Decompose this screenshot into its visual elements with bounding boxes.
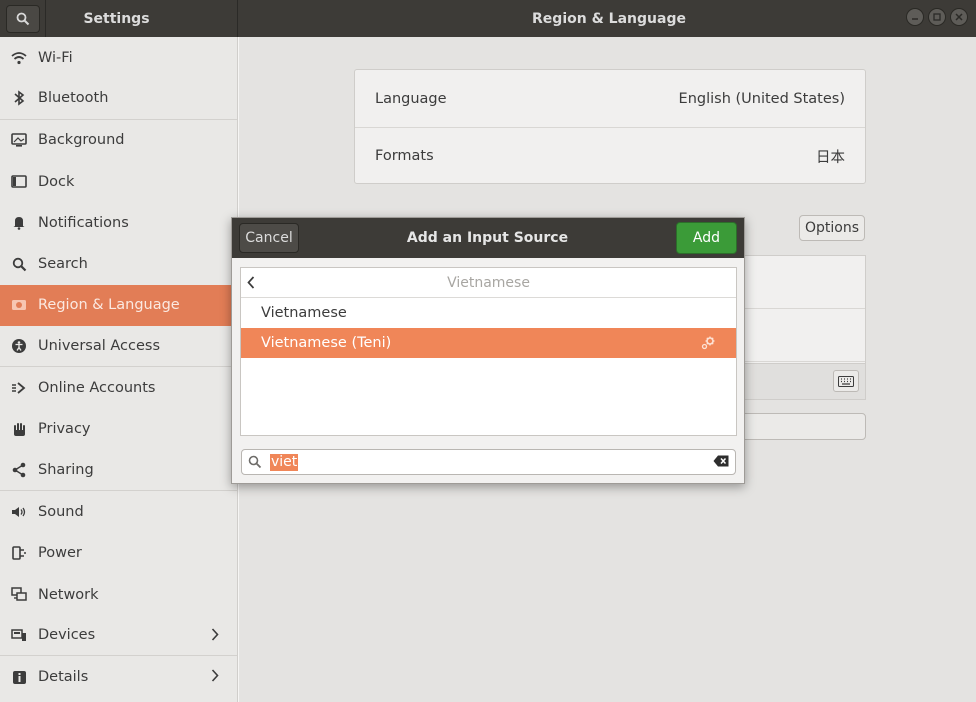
add-input-source-dialog: Cancel Add an Input Source Add Vietnames… — [231, 217, 745, 484]
formats-label: Formats — [375, 148, 434, 164]
sidebar-item-bluetooth[interactable]: Bluetooth — [0, 78, 237, 120]
region-icon — [10, 296, 28, 314]
sidebar-item-label: Bluetooth — [38, 90, 109, 107]
minimize-button[interactable] — [906, 8, 924, 26]
sidebar-item-label: Notifications — [38, 214, 129, 231]
sidebar-item-details[interactable]: Details — [0, 656, 237, 697]
list-item-label: Vietnamese (Teni) — [261, 335, 392, 351]
sidebar-item-label: Online Accounts — [38, 380, 156, 397]
minimize-icon — [912, 18, 918, 20]
formats-value: 日本 — [816, 149, 845, 166]
list-item[interactable]: Vietnamese — [241, 298, 736, 328]
clear-search-icon[interactable] — [713, 455, 729, 471]
search-icon — [248, 454, 264, 470]
info-icon — [10, 668, 28, 686]
sidebar-item-label: Sharing — [38, 462, 94, 479]
search-toggle-button[interactable] — [5, 4, 40, 33]
sidebar-item-label: Privacy — [38, 421, 91, 438]
language-formats-card: Language English (United States) Formats… — [354, 69, 866, 184]
chevron-right-icon — [211, 669, 219, 686]
share-icon — [10, 461, 28, 479]
language-value: English (United States) — [678, 90, 845, 107]
sidebar-item-sound[interactable]: Sound — [0, 491, 237, 532]
network-icon — [10, 586, 28, 604]
input-source-list: Vietnamese Vietnamese Vietnamese (Teni) — [240, 267, 737, 436]
sidebar-item-notifications[interactable]: Notifications — [0, 202, 237, 243]
close-icon — [955, 13, 963, 21]
sidebar-item-universal-access[interactable]: Universal Access — [0, 326, 237, 368]
options-button[interactable]: Options — [799, 215, 865, 241]
sidebar-item-label: Dock — [38, 173, 75, 190]
online-accounts-icon — [10, 379, 28, 397]
wifi-icon — [10, 49, 28, 67]
settings-title: Settings — [46, 0, 238, 37]
list-header[interactable]: Vietnamese — [241, 268, 736, 298]
sidebar-item-background[interactable]: Background — [0, 120, 237, 161]
sidebar-item-label: Power — [38, 545, 82, 562]
search-icon — [10, 255, 28, 273]
sidebar-item-privacy[interactable]: Privacy — [0, 409, 237, 450]
maximize-button[interactable] — [928, 8, 946, 26]
sidebar-item-label: Universal Access — [38, 338, 161, 355]
dialog-header: Cancel Add an Input Source Add — [232, 218, 744, 258]
power-plug-icon — [10, 544, 28, 562]
header-search-area — [0, 0, 46, 37]
speaker-icon — [10, 503, 28, 521]
search-icon — [16, 12, 29, 25]
sidebar: Wi-Fi Bluetooth Background Dock Notifica… — [0, 37, 238, 702]
cancel-button[interactable]: Cancel — [239, 223, 299, 253]
dialog-title: Add an Input Source — [406, 230, 569, 246]
gear-icon — [700, 335, 716, 355]
sidebar-item-search[interactable]: Search — [0, 243, 237, 284]
sidebar-item-network[interactable]: Network — [0, 574, 237, 615]
sidebar-item-label: Details — [38, 669, 89, 686]
maximize-icon — [933, 13, 941, 21]
devices-icon — [10, 626, 28, 644]
keyboard-icon — [838, 375, 854, 387]
close-button[interactable] — [950, 8, 968, 26]
sidebar-item-label: Background — [38, 132, 125, 149]
sidebar-item-wifi[interactable]: Wi-Fi — [0, 37, 237, 78]
language-row[interactable]: Language English (United States) — [355, 70, 865, 127]
keyboard-layout-button[interactable] — [833, 370, 859, 392]
sidebar-item-dock[interactable]: Dock — [0, 161, 237, 202]
dock-icon — [10, 173, 28, 191]
search-input-value[interactable]: viet — [270, 453, 299, 471]
header-bar: Settings Region & Language — [0, 0, 976, 37]
formats-row[interactable]: Formats 日本 — [355, 127, 865, 184]
back-arrow-icon[interactable] — [247, 276, 255, 293]
sidebar-item-label: Search — [38, 256, 88, 273]
hand-icon — [10, 420, 28, 438]
sidebar-item-devices[interactable]: Devices — [0, 615, 237, 657]
bluetooth-icon — [10, 89, 28, 107]
search-entry[interactable]: viet — [241, 449, 736, 475]
window-controls — [906, 8, 968, 26]
add-button[interactable]: Add — [675, 222, 737, 254]
accessibility-icon — [10, 337, 28, 355]
sidebar-item-label: Sound — [38, 503, 84, 520]
sidebar-item-power[interactable]: Power — [0, 533, 237, 574]
language-label: Language — [375, 90, 447, 107]
list-item-label: Vietnamese — [261, 305, 347, 321]
sidebar-item-label: Region & Language — [38, 297, 180, 314]
background-icon — [10, 131, 28, 149]
page-title: Region & Language — [532, 10, 686, 27]
list-header-label: Vietnamese — [447, 274, 530, 291]
sidebar-item-label: Wi-Fi — [38, 49, 73, 66]
sidebar-item-online-accounts[interactable]: Online Accounts — [0, 367, 237, 408]
chevron-right-icon — [211, 628, 219, 645]
sidebar-item-label: Devices — [38, 627, 96, 644]
sidebar-item-sharing[interactable]: Sharing — [0, 450, 237, 492]
sidebar-item-label: Network — [38, 586, 99, 603]
list-item-selected[interactable]: Vietnamese (Teni) — [241, 328, 736, 358]
bell-icon — [10, 214, 28, 232]
sidebar-item-region-language[interactable]: Region & Language — [0, 284, 237, 327]
